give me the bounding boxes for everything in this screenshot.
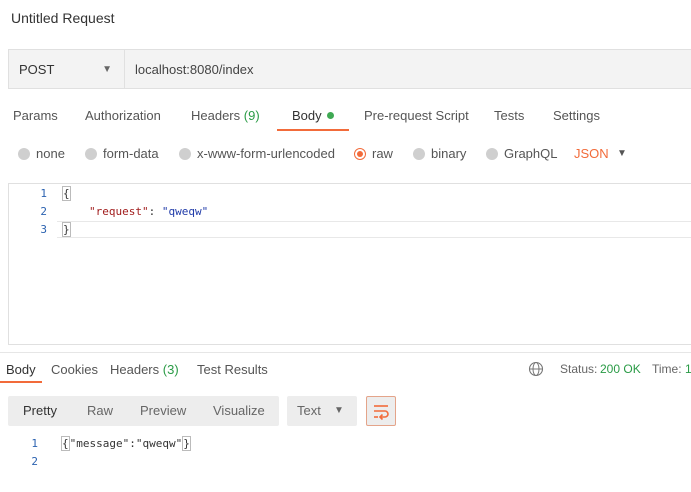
radio-circle-icon	[413, 147, 425, 160]
chevron-down-icon[interactable]: ▼	[617, 148, 627, 159]
radio-circle-icon	[85, 147, 97, 160]
line-number: 1	[40, 187, 47, 200]
code-close-brace: }	[62, 222, 71, 237]
tab-settings[interactable]: Settings	[553, 108, 600, 123]
status-label: Status:	[560, 362, 598, 376]
line-number: 1	[31, 437, 38, 450]
radio-x-www-form-urlencoded[interactable]: x-www-form-urlencoded	[179, 146, 335, 161]
code-open-brace: {	[62, 186, 71, 201]
tab-response-body[interactable]: Body	[6, 362, 36, 377]
panel-divider[interactable]	[0, 352, 691, 353]
response-open-brace: {	[61, 436, 70, 451]
radio-selected-icon	[354, 147, 366, 160]
response-close-brace: }	[182, 436, 191, 451]
radio-binary[interactable]: binary	[413, 146, 466, 161]
tab-headers[interactable]: Headers (9)	[191, 108, 260, 123]
request-title[interactable]: Untitled Request	[11, 10, 115, 26]
view-pretty-button[interactable]: Pretty	[23, 403, 57, 418]
radio-binary-label: binary	[431, 146, 467, 161]
current-line-highlight	[57, 221, 691, 238]
radio-raw[interactable]: raw	[354, 146, 393, 161]
status-value[interactable]: 200 OK	[600, 362, 641, 376]
tab-response-headers-label: Headers	[110, 362, 160, 377]
radio-circle-icon	[179, 147, 191, 160]
tab-test-results[interactable]: Test Results	[197, 362, 268, 377]
radio-none-label: none	[36, 146, 65, 161]
tab-headers-label: Headers	[191, 108, 241, 123]
active-tab-indicator	[277, 129, 349, 131]
modified-dot-icon	[326, 112, 334, 119]
json-colon: :	[148, 205, 162, 218]
view-visualize-button[interactable]: Visualize	[213, 403, 265, 418]
view-raw-button[interactable]: Raw	[87, 403, 113, 418]
tab-headers-count: (9)	[243, 108, 260, 123]
tab-cookies[interactable]: Cookies	[51, 362, 98, 377]
tab-authorization[interactable]: Authorization	[85, 108, 161, 123]
radio-form-data[interactable]: form-data	[85, 146, 159, 161]
method-select[interactable]: POST ▼	[9, 50, 125, 88]
url-bar: POST ▼ localhost:8080/index	[8, 49, 691, 89]
view-preview-button[interactable]: Preview	[140, 403, 186, 418]
line-number: 3	[40, 223, 47, 236]
radio-urlencoded-label: x-www-form-urlencoded	[197, 146, 335, 161]
time-value[interactable]: 1	[685, 362, 691, 376]
tab-tests[interactable]: Tests	[494, 108, 524, 123]
chevron-down-icon: ▼	[102, 63, 112, 75]
request-tabs: Params Authorization Headers (9) Body Pr…	[0, 104, 691, 132]
tab-response-headers-count: (3)	[162, 362, 179, 377]
tab-body[interactable]: Body	[292, 108, 334, 123]
globe-icon[interactable]	[528, 361, 544, 377]
tab-body-label: Body	[292, 108, 322, 123]
response-body-line[interactable]: {"message":"qweqw"}	[61, 436, 191, 451]
radio-none[interactable]: none	[18, 146, 65, 161]
request-body-editor[interactable]: 1 2 3 { "request": "qweqw" }	[8, 183, 691, 345]
code-line-key-value: "request": "qweqw"	[89, 205, 208, 218]
response-format-select[interactable]: Text ▼	[287, 396, 357, 426]
radio-graphql-label: GraphQL	[504, 146, 558, 161]
body-type-options: none form-data x-www-form-urlencoded raw…	[0, 142, 691, 164]
radio-circle-icon	[18, 147, 30, 160]
line-number: 2	[40, 205, 47, 218]
response-tabs: Body Cookies Headers (3) Test Results St…	[0, 358, 691, 386]
response-format-label: Text	[297, 403, 321, 418]
tab-params[interactable]: Params	[13, 108, 58, 123]
chevron-down-icon: ▼	[334, 405, 344, 416]
tab-response-headers[interactable]: Headers (3)	[110, 362, 179, 377]
method-label: POST	[19, 61, 55, 77]
radio-graphql[interactable]: GraphQL	[486, 146, 557, 161]
response-body-content: "message":"qweqw"	[69, 437, 183, 450]
url-input[interactable]: localhost:8080/index	[125, 50, 254, 88]
wrap-lines-button[interactable]	[366, 396, 396, 426]
json-value: "qweqw"	[161, 205, 209, 218]
tab-pre-request-script[interactable]: Pre-request Script	[364, 108, 469, 123]
line-number: 2	[31, 455, 38, 468]
view-mode-group: Pretty Raw Preview Visualize	[8, 396, 279, 426]
raw-format-select[interactable]: JSON	[574, 146, 609, 161]
json-key: "request"	[89, 205, 149, 218]
active-tab-indicator	[0, 381, 42, 383]
radio-raw-label: raw	[372, 146, 393, 161]
radio-circle-icon	[486, 147, 498, 160]
wrap-lines-icon	[374, 405, 389, 421]
time-label: Time:	[652, 362, 682, 376]
radio-form-data-label: form-data	[103, 146, 159, 161]
